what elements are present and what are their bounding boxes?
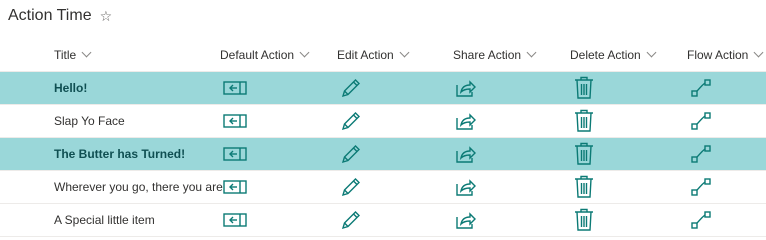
column-header-row: Title Default Action Edit Action Share A… (0, 38, 766, 72)
chevron-down-icon (526, 47, 537, 58)
delete-action-cell (574, 204, 594, 236)
table-row[interactable]: The Butter has Turned! (0, 138, 766, 171)
edit-action-cell (340, 171, 362, 203)
flow-icon[interactable] (690, 111, 712, 131)
chevron-down-icon (753, 47, 764, 58)
edit-action-cell (340, 138, 362, 170)
share-action-cell (455, 72, 477, 104)
list-grid: Title Default Action Edit Action Share A… (0, 38, 766, 237)
default-action-cell (223, 72, 247, 104)
share-icon[interactable] (455, 78, 477, 98)
pencil-icon[interactable] (340, 77, 362, 99)
share-icon[interactable] (455, 111, 477, 131)
trash-icon[interactable] (574, 175, 594, 199)
open-in-panel-icon[interactable] (223, 113, 247, 129)
flow-icon[interactable] (690, 210, 712, 230)
flow-icon[interactable] (690, 144, 712, 164)
share-icon[interactable] (455, 210, 477, 230)
delete-action-cell (574, 171, 594, 203)
column-header-flow-action[interactable]: Flow Action (687, 38, 764, 71)
delete-action-cell (574, 105, 594, 137)
flow-action-cell (690, 138, 712, 170)
row-title[interactable]: A Special little item (54, 204, 155, 236)
flow-action-cell (690, 72, 712, 104)
pencil-icon[interactable] (340, 110, 362, 132)
list-title: Action Time (8, 7, 92, 24)
pencil-icon[interactable] (340, 209, 362, 231)
row-title[interactable]: Wherever you go, there you are (54, 171, 223, 203)
table-row[interactable]: Wherever you go, there you are (0, 171, 766, 204)
trash-icon[interactable] (574, 76, 594, 100)
share-action-cell (455, 105, 477, 137)
share-action-cell (455, 171, 477, 203)
share-icon[interactable] (455, 144, 477, 164)
row-title[interactable]: The Butter has Turned! (54, 138, 185, 170)
table-row[interactable]: A Special little item (0, 204, 766, 237)
chevron-down-icon (299, 47, 310, 58)
column-header-edit-action[interactable]: Edit Action (337, 38, 410, 71)
flow-action-cell (690, 171, 712, 203)
flow-action-cell (690, 105, 712, 137)
table-row[interactable]: Hello! (0, 72, 766, 105)
pencil-icon[interactable] (340, 176, 362, 198)
list-header: Action Time ☆ (8, 4, 112, 28)
row-title[interactable]: Hello! (54, 72, 87, 104)
list-rows: Hello! Slap Yo Face The Butter has Turne… (0, 72, 766, 237)
open-in-panel-icon[interactable] (223, 146, 247, 162)
delete-action-cell (574, 138, 594, 170)
open-in-panel-icon[interactable] (223, 179, 247, 195)
default-action-cell (223, 138, 247, 170)
flow-icon[interactable] (690, 177, 712, 197)
row-title[interactable]: Slap Yo Face (54, 105, 125, 137)
pencil-icon[interactable] (340, 143, 362, 165)
flow-action-cell (690, 204, 712, 236)
column-header-share-action[interactable]: Share Action (453, 38, 537, 71)
trash-icon[interactable] (574, 109, 594, 133)
column-header-delete-action[interactable]: Delete Action (570, 38, 657, 71)
share-action-cell (455, 138, 477, 170)
open-in-panel-icon[interactable] (223, 212, 247, 228)
flow-icon[interactable] (690, 78, 712, 98)
trash-icon[interactable] (574, 142, 594, 166)
column-header-default-action[interactable]: Default Action (220, 38, 310, 71)
share-action-cell (455, 204, 477, 236)
default-action-cell (223, 204, 247, 236)
trash-icon[interactable] (574, 208, 594, 232)
chevron-down-icon (646, 47, 657, 58)
edit-action-cell (340, 105, 362, 137)
edit-action-cell (340, 72, 362, 104)
default-action-cell (223, 105, 247, 137)
share-icon[interactable] (455, 177, 477, 197)
chevron-down-icon (399, 47, 410, 58)
delete-action-cell (574, 72, 594, 104)
table-row[interactable]: Slap Yo Face (0, 105, 766, 138)
open-in-panel-icon[interactable] (223, 80, 247, 96)
column-header-title[interactable]: Title (54, 38, 92, 71)
star-outline-icon[interactable]: ☆ (100, 9, 113, 23)
chevron-down-icon (81, 47, 92, 58)
edit-action-cell (340, 204, 362, 236)
default-action-cell (223, 171, 247, 203)
